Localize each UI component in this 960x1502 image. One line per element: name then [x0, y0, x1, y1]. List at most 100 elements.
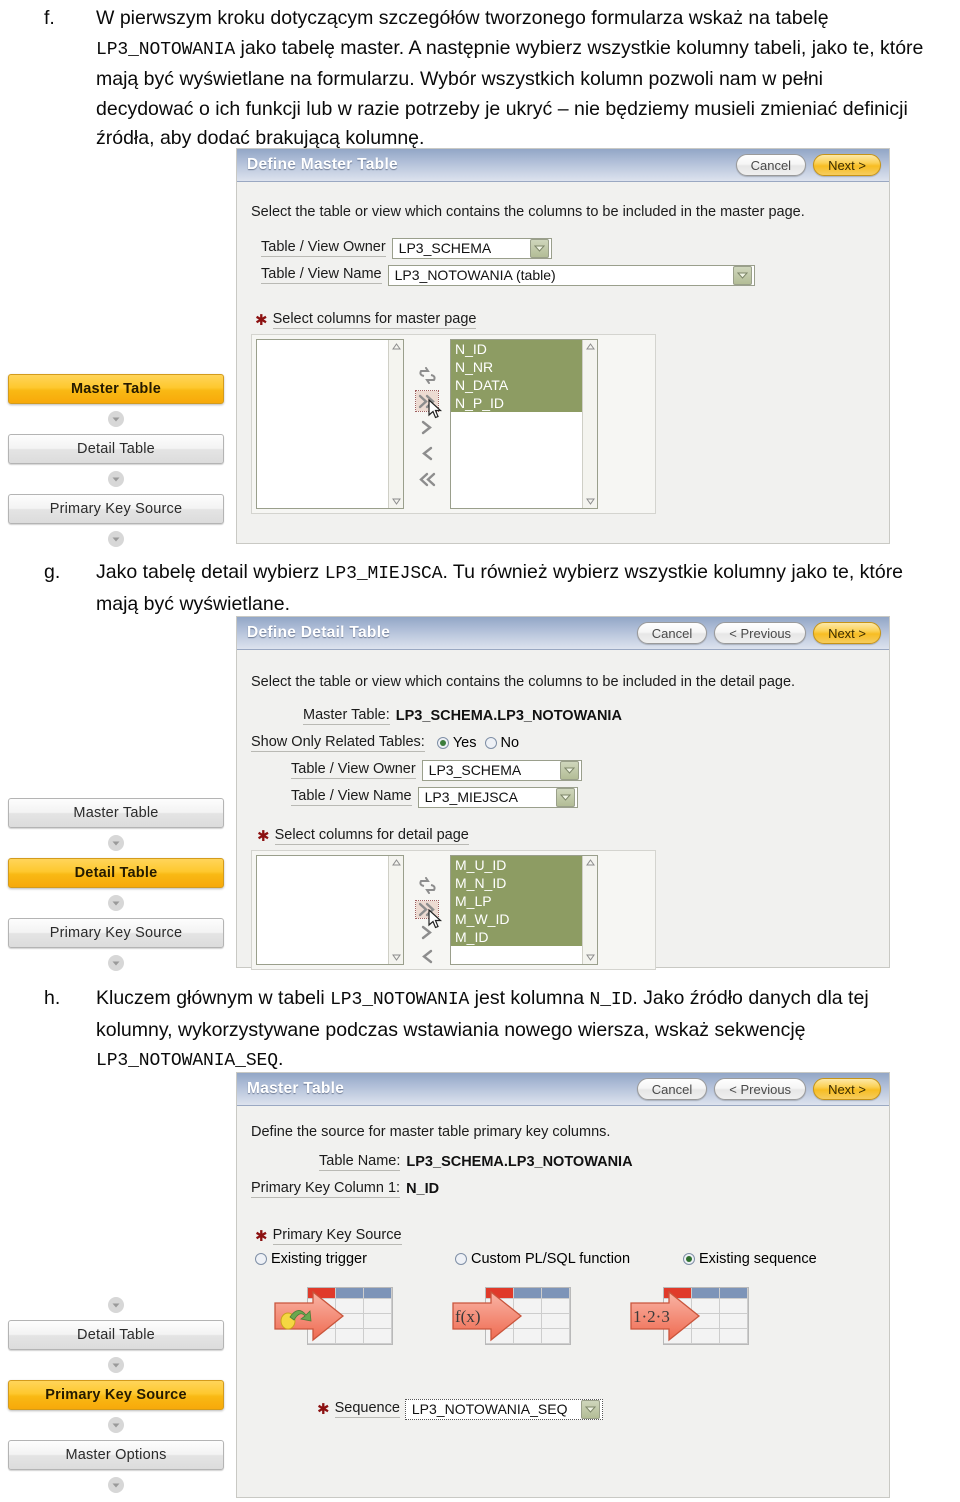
scroll-up-icon[interactable] [389, 856, 403, 869]
scroll-down-icon[interactable] [389, 495, 403, 508]
sequence-label-row: ✱ Sequence [317, 1400, 400, 1418]
primary-key-title: Master Table [247, 1080, 345, 1097]
rail-button-master-table[interactable]: Master Table [8, 798, 224, 828]
screenshot-define-master-table: Master Table Detail Table Primary Key So… [0, 148, 890, 548]
shuttle-buttons [404, 339, 450, 509]
scroll-up-icon[interactable] [583, 340, 597, 353]
paragraph-h-text: Kluczem głównym w tabeli LP3_NOTOWANIA j… [96, 987, 869, 1071]
selected-columns-scrollbar[interactable] [582, 856, 597, 964]
list-item[interactable]: N_ID [451, 340, 582, 358]
detail-table-header-buttons: Cancel < Previous Next > [636, 622, 881, 644]
rail-chevron-2 [0, 888, 232, 918]
field-row-pk-column: Primary Key Column 1: N_ID [251, 1177, 875, 1201]
master-table-card-header: Define Master Table Cancel Next > [237, 149, 889, 182]
shuttle-move-left-icon[interactable] [416, 948, 438, 966]
rail-button-detail-table[interactable]: Detail Table [8, 434, 224, 464]
rail-button-primary-key-source[interactable]: Primary Key Source [8, 918, 224, 948]
next-button[interactable]: Next > [813, 622, 881, 644]
shuttle-buttons [404, 855, 450, 965]
table-view-owner-select[interactable]: LP3_SCHEMA [421, 759, 582, 781]
list-marker-h: h. [44, 987, 61, 1009]
select-columns-detail-label-row: ✱ Select columns for detail page [257, 827, 875, 845]
list-item[interactable]: M_W_ID [451, 910, 582, 928]
shuttle-move-all-left-icon[interactable] [416, 469, 438, 489]
list-item[interactable]: M_U_ID [451, 856, 582, 874]
radio-show-related-yes[interactable]: Yes [436, 735, 477, 751]
required-asterisk-icon: ✱ [255, 311, 268, 329]
scroll-down-icon[interactable] [389, 951, 403, 964]
required-asterisk-icon: ✱ [317, 1400, 330, 1418]
list-item[interactable]: N_P_ID [451, 394, 582, 412]
detail-columns-shuttle: M_U_ID M_N_ID M_LP M_W_ID M_ID [251, 850, 656, 970]
chevron-down-icon [529, 238, 549, 258]
radio-label: Existing sequence [699, 1251, 817, 1267]
rail-button-primary-key-source-label: Primary Key Source [49, 501, 183, 517]
list-item[interactable]: M_LP [451, 892, 582, 910]
list-item[interactable]: N_DATA [451, 376, 582, 394]
table-view-owner-label: Table / View Owner [291, 761, 416, 779]
code-lp3-notowania-2: LP3_NOTOWANIA [330, 990, 470, 1010]
sequence-value: LP3_NOTOWANIA_SEQ [411, 1401, 568, 1417]
shuttle-move-right-icon[interactable] [416, 417, 438, 437]
selected-columns-listbox[interactable]: N_ID N_NR N_DATA N_P_ID [450, 339, 598, 509]
radio-existing-trigger[interactable]: Existing trigger [255, 1251, 455, 1267]
radio-label: Custom PL/SQL function [471, 1251, 631, 1267]
list-item[interactable]: M_ID [451, 928, 582, 946]
cancel-button[interactable]: Cancel [735, 154, 807, 176]
previous-button[interactable]: < Previous [714, 622, 807, 644]
chevron-down-icon [580, 1399, 600, 1419]
cancel-button[interactable]: Cancel [636, 622, 708, 644]
rail-button-detail-table-label: Detail Table [77, 1327, 155, 1343]
pk-column-value: N_ID [406, 1181, 440, 1197]
next-button[interactable]: Next > [813, 1078, 881, 1100]
table-view-name-select[interactable]: LP3_NOTOWANIA (table) [387, 264, 755, 286]
scroll-up-icon[interactable] [583, 856, 597, 869]
rail-chevron-2 [0, 1410, 232, 1440]
radio-show-related-no[interactable]: No [484, 735, 519, 751]
scroll-down-icon[interactable] [583, 951, 597, 964]
radio-button-icon [455, 1253, 467, 1265]
available-columns-scrollbar[interactable] [388, 340, 403, 508]
available-columns-listbox[interactable] [256, 855, 404, 965]
radio-existing-sequence[interactable]: Existing sequence [683, 1251, 817, 1267]
list-item[interactable]: M_N_ID [451, 874, 582, 892]
document-page: f. W pierwszym kroku dotyczącym szczegół… [0, 0, 960, 1502]
shuttle-reset-icon[interactable] [416, 365, 438, 385]
table-view-name-label: Table / View Name [291, 788, 412, 806]
primary-key-source-label-row: ✱ Primary Key Source [255, 1227, 875, 1245]
rail-button-primary-key-source-label: Primary Key Source [45, 1387, 187, 1403]
available-columns-scrollbar[interactable] [388, 856, 403, 964]
field-row-master-table: Master Table: LP3_SCHEMA.LP3_NOTOWANIA [251, 704, 875, 728]
shuttle-move-right-icon[interactable] [416, 924, 438, 942]
field-row-owner: Table / View Owner LP3_SCHEMA [251, 236, 875, 260]
available-columns-listbox[interactable] [256, 339, 404, 509]
next-button[interactable]: Next > [813, 154, 881, 176]
table-view-owner-select[interactable]: LP3_SCHEMA [391, 237, 552, 259]
rail-button-master-options[interactable]: Master Options [8, 1440, 224, 1470]
previous-button[interactable]: < Previous [714, 1078, 807, 1100]
rail-button-master-table[interactable]: Master Table [8, 374, 224, 404]
shuttle-reset-icon[interactable] [416, 877, 438, 895]
rail-button-detail-table[interactable]: Detail Table [8, 1320, 224, 1350]
sequence-select[interactable]: LP3_NOTOWANIA_SEQ [404, 1398, 603, 1420]
table-view-name-select[interactable]: LP3_MIEJSCA [417, 786, 578, 808]
shuttle-move-all-right-icon[interactable] [415, 899, 439, 919]
selected-columns-listbox[interactable]: M_U_ID M_N_ID M_LP M_W_ID M_ID [450, 855, 598, 965]
scroll-down-icon[interactable] [583, 495, 597, 508]
primary-key-card-body: Define the source for master table prima… [237, 1106, 889, 1434]
radio-custom-plsql-function[interactable]: Custom PL/SQL function [455, 1251, 683, 1267]
cancel-button[interactable]: Cancel [636, 1078, 708, 1100]
scroll-up-icon[interactable] [389, 340, 403, 353]
rail-chevron-1 [0, 404, 232, 434]
selected-columns-scrollbar[interactable] [582, 340, 597, 508]
list-item[interactable]: N_NR [451, 358, 582, 376]
rail-button-detail-table[interactable]: Detail Table [8, 858, 224, 888]
shuttle-move-all-right-icon[interactable] [415, 390, 439, 412]
rail-button-primary-key-source[interactable]: Primary Key Source [8, 1380, 224, 1410]
rail-chevron-3 [0, 948, 232, 978]
rail-button-primary-key-source[interactable]: Primary Key Source [8, 494, 224, 524]
shuttle-move-left-icon[interactable] [416, 443, 438, 463]
detail-table-description: Select the table or view which contains … [251, 674, 796, 690]
pk-column-label: Primary Key Column 1: [251, 1180, 401, 1198]
primary-key-card: Master Table Cancel < Previous Next > De… [236, 1072, 890, 1498]
